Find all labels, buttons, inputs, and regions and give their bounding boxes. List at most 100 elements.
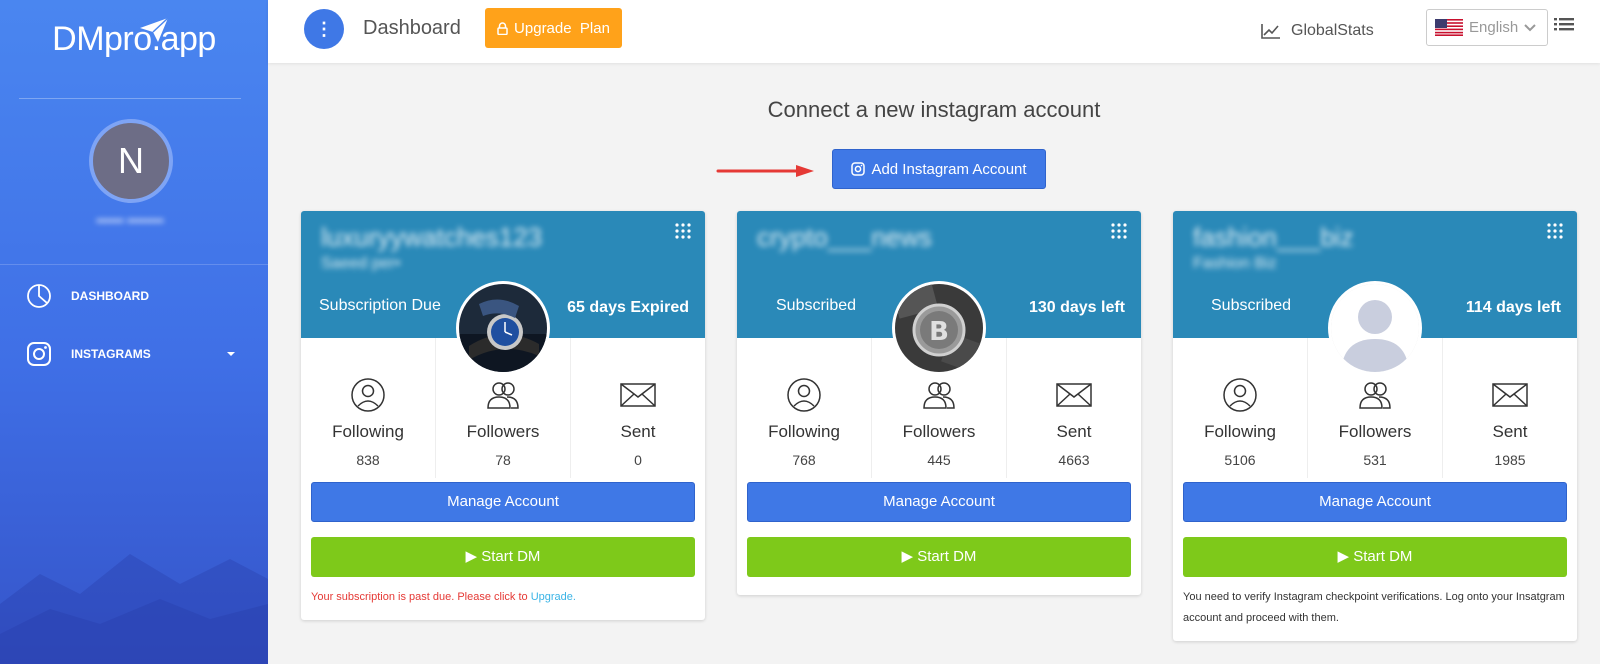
stat-label: Followers	[1338, 422, 1412, 441]
subscription-days: 114 days left	[1465, 299, 1561, 316]
subscription-status: Subscribed	[1211, 297, 1292, 314]
language-label: English	[1469, 19, 1519, 36]
card-note: You need to verify Instagram checkpoint …	[1183, 591, 1565, 624]
upgrade-plan-label: Upgrade Plan	[514, 19, 610, 37]
stat-label: Followers	[466, 422, 540, 441]
sidebar-item-label: DASHBOARD	[71, 289, 149, 303]
envelope-icon	[1492, 383, 1528, 407]
account-subtitle: Saeed per•	[321, 255, 401, 272]
sidebar-divider	[0, 264, 268, 265]
stat-value: 531	[1363, 452, 1387, 468]
globalstats-link[interactable]: GlobalStats	[1261, 22, 1374, 40]
connect-title: Connect a new instagram account	[767, 97, 1101, 122]
stat-label: Following	[332, 422, 404, 441]
sidebar-item-dashboard[interactable]: DASHBOARD	[0, 278, 268, 314]
stat-sent: Sent 4663	[1006, 338, 1141, 478]
sidebar-item-label: INSTAGRAMS	[71, 347, 151, 361]
stat-value: 4663	[1058, 452, 1090, 468]
account-card: luxuryywatches123 Saeed per• Subscriptio…	[301, 211, 705, 620]
envelope-icon	[620, 383, 656, 407]
language-select[interactable]: English	[1426, 9, 1548, 46]
arrow-right-icon	[716, 165, 814, 177]
account-avatar[interactable]: B	[892, 281, 986, 375]
menu-button[interactable]: ⋮	[304, 9, 344, 49]
list-icon[interactable]	[1554, 17, 1574, 33]
sidebar-divider	[19, 98, 241, 99]
manage-account-button[interactable]: Manage Account	[747, 482, 1131, 522]
subscription-status: Subscribed	[776, 297, 857, 314]
user-icon	[1223, 378, 1257, 412]
card-note: Your subscription is past due. Please cl…	[301, 577, 705, 620]
users-icon	[1359, 382, 1391, 409]
start-dm-button[interactable]: ▶ Start DM	[311, 537, 695, 577]
stat-value: 838	[356, 452, 380, 468]
default-avatar-icon	[1331, 284, 1419, 372]
stat-following: Following 838	[301, 338, 435, 478]
start-dm-button[interactable]: ▶ Start DM	[747, 537, 1131, 577]
stat-label: Followers	[902, 422, 976, 441]
add-instagram-account-label: Add Instagram Account	[871, 160, 1027, 178]
line-chart-icon	[1261, 24, 1280, 39]
sidebar-item-instagrams[interactable]: INSTAGRAMS	[0, 336, 268, 372]
sidebar-username[interactable]: •••••• ••••••••	[0, 213, 260, 228]
stat-sent: Sent 0	[570, 338, 705, 478]
subscription-days: 130 days left	[1028, 299, 1125, 316]
stat-label: Following	[768, 422, 840, 441]
account-card: fashion___biz Fashion Biz Subscribed 114…	[1173, 211, 1577, 641]
globalstats-label: GlobalStats	[1291, 22, 1374, 39]
stat-label: Sent	[1056, 422, 1092, 441]
stat-value: 1985	[1494, 452, 1526, 468]
chevron-down-icon	[1524, 23, 1536, 31]
avatar-letter: N	[118, 140, 144, 181]
lock-icon	[497, 21, 508, 35]
paper-plane-icon	[140, 17, 169, 42]
stat-label: Sent	[620, 422, 656, 441]
stat-sent: Sent 1985	[1442, 338, 1577, 478]
sidebar: DMpro.app N •••••• •••••••• DASHBOARD IN…	[0, 0, 268, 664]
user-icon	[351, 378, 385, 412]
card-note-text: Your subscription is past due. Please cl…	[311, 591, 528, 603]
users-icon	[487, 382, 519, 409]
account-name: fashion___biz	[1193, 222, 1354, 252]
stat-value: 445	[927, 452, 951, 468]
add-instagram-account-button[interactable]: Add Instagram Account	[832, 149, 1046, 189]
users-icon	[923, 382, 955, 409]
account-avatar[interactable]	[1328, 281, 1422, 375]
instagram-icon	[851, 162, 866, 176]
stat-following: Following 768	[737, 338, 871, 478]
stat-label: Following	[1204, 422, 1276, 441]
topbar: ⋮ Dashboard Upgrade Plan GlobalStats Eng…	[268, 0, 1600, 63]
us-flag-icon	[1435, 19, 1463, 36]
grid-dots-icon[interactable]	[675, 223, 691, 239]
card-header: fashion___biz Fashion Biz Subscribed 114…	[1173, 211, 1577, 375]
start-dm-button[interactable]: ▶ Start DM	[1183, 537, 1567, 577]
bitcoin-photo: B	[895, 284, 983, 372]
chevron-down-icon	[227, 352, 235, 356]
subscription-status: Subscription Due	[319, 297, 441, 314]
stat-following: Following 5106	[1173, 338, 1307, 478]
account-name: luxuryywatches123	[321, 222, 543, 252]
pie-chart-icon	[27, 284, 51, 308]
stat-label: Sent	[1492, 422, 1528, 441]
brand-logo[interactable]: DMpro.app	[0, 20, 268, 59]
watch-photo	[459, 284, 547, 372]
account-avatar[interactable]	[456, 281, 550, 375]
user-icon	[787, 378, 821, 412]
account-card: crypto___news Subscribed 130 days left B	[737, 211, 1141, 595]
manage-account-button[interactable]: Manage Account	[311, 482, 695, 522]
page-title: Dashboard	[363, 17, 461, 39]
grid-dots-icon[interactable]	[1547, 223, 1563, 239]
card-header: luxuryywatches123 Saeed per• Subscriptio…	[301, 211, 705, 375]
grid-dots-icon[interactable]	[1111, 223, 1127, 239]
upgrade-link[interactable]: Upgrade.	[531, 591, 576, 603]
upgrade-plan-button[interactable]: Upgrade Plan	[485, 8, 622, 48]
subscription-days: 65 days Expired	[567, 299, 689, 316]
stat-value: 0	[634, 452, 642, 468]
instagram-icon	[27, 342, 51, 366]
stat-value: 78	[495, 452, 511, 468]
svg-text:B: B	[929, 317, 949, 347]
card-header: crypto___news Subscribed 130 days left B	[737, 211, 1141, 375]
avatar[interactable]: N	[89, 119, 173, 203]
sidebar-background-mountains	[0, 554, 268, 664]
manage-account-button[interactable]: Manage Account	[1183, 482, 1567, 522]
